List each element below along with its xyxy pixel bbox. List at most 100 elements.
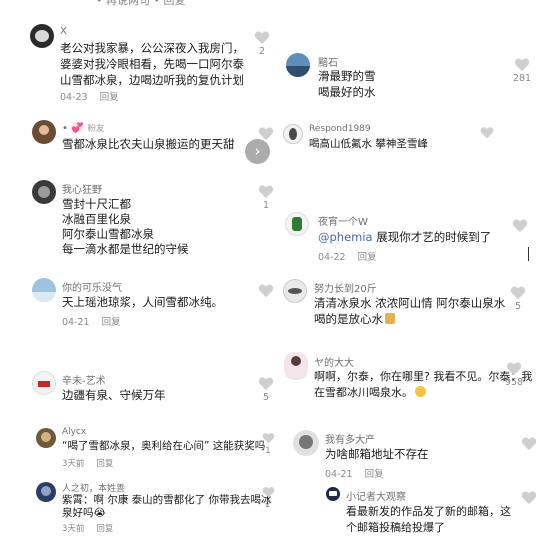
comment-text: 在雪都冰川喝泉水。 [314,385,426,401]
comment-text: 泉好吗😭 [62,507,106,519]
like-count: 958 [504,377,524,388]
avatar[interactable] [293,430,319,456]
avatar[interactable] [32,278,56,302]
comment-text: 边疆有泉、守候万年 [62,388,166,402]
comment-username[interactable]: Alycx [62,427,86,437]
like-button[interactable] [258,184,274,199]
avatar[interactable] [36,428,56,448]
avatar[interactable] [283,124,303,144]
like-button[interactable] [521,490,537,505]
comment-text: 雪都冰泉比农夫山泉搬运的更天甜 [62,137,235,151]
heart-icon [258,377,274,391]
comment-text: 喝的是放心水 [314,311,395,327]
comment-username[interactable]: ヤ的大大 [314,354,354,369]
comment-date: 04-21 [62,317,90,328]
avatar[interactable] [285,212,309,236]
comment-meta: 04-22 回复 [318,249,389,263]
like-button[interactable] [254,30,270,45]
fan-badge: 粉友 [87,124,105,134]
comment-text: 看最新发的作品发了新的邮箱，这 [346,505,511,518]
comment-text: 婆婆对我冷眼相看，先喝一口阿尔泰 [60,57,244,71]
like-button[interactable] [258,283,274,298]
heart-icon [514,58,530,72]
comment-body: 在雪都冰川喝泉水。 [314,386,413,399]
heart-icon [510,286,526,300]
like-count: 5 [262,392,270,403]
avatar[interactable] [32,120,56,144]
avatar[interactable] [36,482,56,502]
comment-text: 个邮箱投稿给投爆了 [346,521,445,534]
comment-text: 冰融百里化泉 [62,212,131,226]
like-button[interactable] [480,126,494,139]
comment-date: 04-21 [325,469,353,480]
avatar[interactable] [32,371,56,395]
text-cursor [528,247,529,261]
comment-username[interactable]: • 💞 粉友 [62,122,105,134]
heart-icon [521,437,537,451]
comment-date: 3天前 [62,524,85,534]
avatar[interactable] [32,180,56,204]
comment-username[interactable]: 努力长到20斤 [314,280,377,295]
heart-icon [258,284,274,298]
avatar[interactable] [284,352,308,380]
comment-meta: 3天前 回复 [62,457,125,469]
like-count: 1 [262,200,270,211]
reply-button[interactable]: 回复 [365,469,384,480]
mention-link[interactable]: @phemia [318,230,373,244]
comment-username[interactable]: 黯石 [318,54,338,69]
comment-text: 山雪都冰泉，边喝边听我的复仇计划 [60,73,244,87]
comment-meta: 04-21 回复 [325,466,396,480]
emoji-icon [385,313,395,324]
reply-button[interactable]: 回复 [96,524,113,534]
comment-text: 喝最好的水 [318,85,376,99]
like-button[interactable] [521,436,537,451]
comment-text: 每一滴水都是世纪的守候 [62,242,189,256]
chevron-right-icon[interactable]: › [245,139,270,164]
heart-icon [480,127,494,139]
like-count: 2 [258,46,266,57]
comment-text: “喝了雪都冰泉，奥利给在心间” 这能获奖吗 [62,440,266,452]
avatar[interactable] [286,53,310,77]
comment-body: 喝的是放心水 [314,312,383,326]
like-button[interactable] [262,486,275,498]
comments-screen: • 再说两句 • 回复 X 老公对我家暴，公公深夜入我房门， 婆婆对我冷眼相看，… [0,0,554,542]
comment-text: 老公对我家暴，公公深夜入我房门， [60,41,244,55]
comment-username[interactable]: 我心狂野 [62,181,102,196]
comment-text: @phemia 展现你才艺的时候到了 [318,229,491,245]
like-button[interactable] [510,285,526,300]
like-button[interactable] [514,57,530,72]
comment-username[interactable]: 小记者大观察 [346,488,406,503]
comment-date: 3天前 [62,459,85,469]
like-button[interactable] [512,218,528,233]
reply-button[interactable]: 回复 [96,459,113,469]
comment-meta: 3天前 回复 [62,522,125,534]
reply-button[interactable]: 回复 [102,317,121,328]
heart-icon [506,362,522,376]
like-button[interactable] [258,376,274,391]
comment-username[interactable]: 辛未-艺术 [62,372,106,387]
avatar[interactable] [326,487,340,501]
comment-username[interactable]: 我有多大产 [325,431,375,446]
comment-date: 04-23 [60,92,88,103]
like-count: 2 [265,500,271,510]
comment-text: 滑最野的雪 [318,69,376,83]
reply-button[interactable]: 回复 [100,92,119,103]
heart-icon [254,31,270,45]
comment-username[interactable]: 夜宵一个W [318,213,368,228]
comment-text: 喝高山低氟水 攀神圣雪峰 [309,138,428,150]
comment-body: 展现你才艺的时候到了 [376,230,492,244]
heart-icon [262,487,275,498]
reply-button[interactable]: 回复 [358,252,377,263]
comment-username[interactable]: X [60,26,67,37]
avatar[interactable] [283,279,307,303]
comment-username[interactable]: Respond1989 [309,124,371,134]
comment-username[interactable]: 你的可乐没气 [62,279,122,294]
like-button[interactable] [506,361,522,376]
avatar[interactable] [30,24,54,48]
like-button[interactable] [262,432,275,444]
like-count: 281 [512,73,532,84]
comment-meta: 04-21 回复 [62,314,133,328]
heart-icon [512,219,528,233]
comment-meta: 04-23 回复 [60,89,131,103]
heart-icon [258,185,274,199]
